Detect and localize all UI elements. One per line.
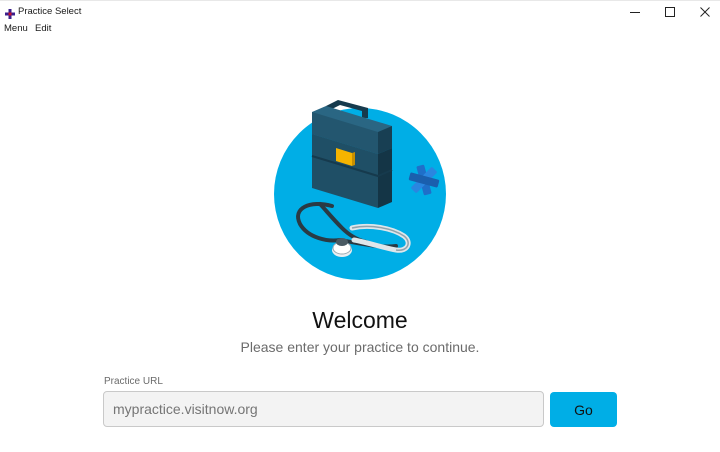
menu-item-menu[interactable]: Menu (4, 23, 28, 34)
window-title: Practice Select (18, 6, 82, 17)
medical-briefcase-stethoscope-illustration (262, 96, 458, 286)
menu-item-edit[interactable]: Edit (35, 23, 51, 34)
app-icon (5, 6, 15, 19)
minimize-icon[interactable] (616, 1, 654, 23)
menu-bar: Menu Edit (0, 22, 720, 37)
go-button[interactable]: Go (550, 392, 617, 427)
maximize-icon[interactable] (651, 1, 689, 23)
practice-url-input[interactable] (103, 391, 544, 427)
page-subtitle: Please enter your practice to continue. (240, 339, 480, 355)
close-icon[interactable] (686, 1, 720, 23)
practice-url-label: Practice URL (104, 376, 163, 387)
page-title: Welcome (312, 307, 408, 333)
title-bar: Practice Select (0, 0, 720, 22)
